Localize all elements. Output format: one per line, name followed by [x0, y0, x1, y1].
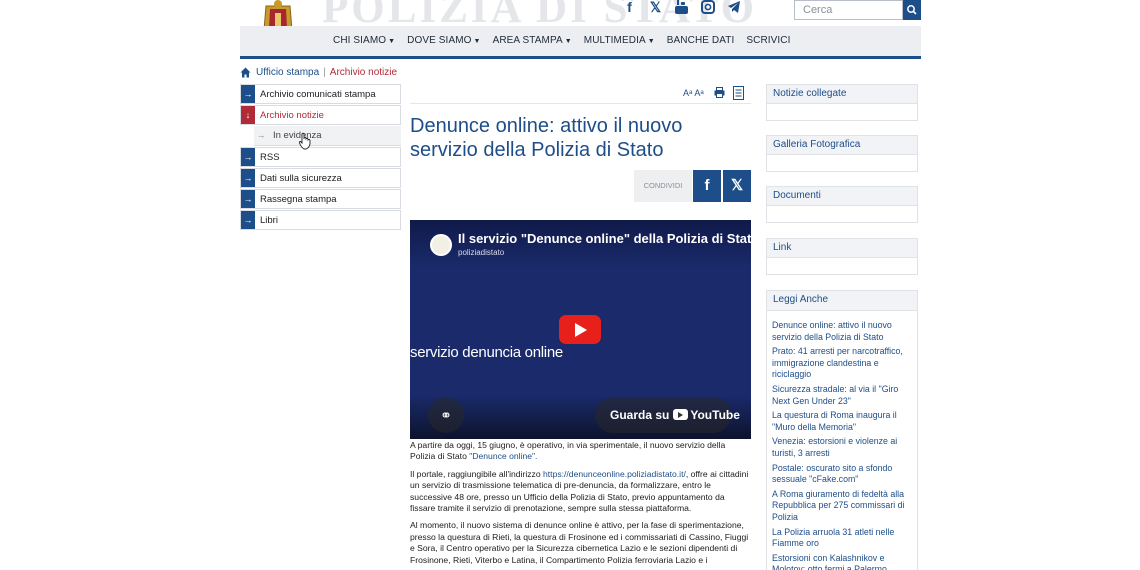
nav-banche-dati[interactable]: BANCHE DATI: [667, 35, 735, 46]
watch-on-youtube-button[interactable]: Guarda su YouTube: [595, 397, 740, 433]
share-bar: CONDIVIDI f 𝕏: [634, 170, 751, 202]
youtube-logo-icon: [673, 409, 689, 420]
article-body: A partire da oggi, 15 giugno, è operativ…: [410, 440, 752, 570]
box-title: Leggi Anche: [767, 291, 917, 311]
document-icon[interactable]: [733, 86, 744, 102]
x-icon[interactable]: 𝕏: [648, 0, 663, 14]
main-navbar: CHI SIAMO ▼ DOVE SIAMO ▼ AREA STAMPA ▼ MULT…: [240, 26, 921, 59]
sidebar-item-label: RSS: [260, 152, 280, 163]
related-news-link[interactable]: Venezia: estorsioni e violenze ai turist…: [772, 436, 912, 459]
channel-avatar[interactable]: [430, 234, 452, 256]
sidebar-item-dati-sicurezza[interactable]: → Dati sulla sicurezza: [240, 168, 401, 188]
breadcrumb: Ufficio stampa | Archivio notizie: [240, 67, 397, 78]
search-icon: [907, 5, 917, 15]
sidebar-item-rassegna-stampa[interactable]: → Rassegna stampa: [240, 189, 401, 209]
arrow-down-icon: ↓: [241, 106, 255, 124]
home-icon[interactable]: [240, 67, 251, 78]
search-input[interactable]: [794, 0, 903, 20]
related-news-list: Denunce online: attivo il nuovo servizio…: [767, 311, 917, 570]
related-news-link[interactable]: Postale: oscurato sito a sfondo sessuale…: [772, 463, 912, 486]
related-news-link[interactable]: A Roma giuramento di fedeltà alla Repubb…: [772, 489, 912, 524]
leggi-anche-box: Leggi Anche Denunce online: attivo il nu…: [766, 290, 918, 570]
sidebar-menu: → Archivio comunicati stampa ↓ Archivio …: [240, 84, 401, 231]
article-tools: Aᵃ Aᵃ: [410, 84, 751, 104]
sidebar-item-rss[interactable]: → RSS: [240, 147, 401, 167]
arrow-right-icon: →: [241, 148, 255, 166]
paragraph: A partire da oggi, 15 giugno, è operativ…: [410, 440, 752, 463]
notizie-collegate-box: Notizie collegate: [766, 84, 918, 121]
sidebar-item-label: Dati sulla sicurezza: [260, 173, 342, 184]
x-icon: 𝕏: [730, 177, 744, 194]
sidebar-item-label: Rassegna stampa: [260, 194, 337, 205]
sidebar-item-archivio-comunicati[interactable]: → Archivio comunicati stampa: [240, 84, 401, 104]
paragraph: Il portale, raggiungibile all'indirizzo …: [410, 469, 752, 515]
arrow-right-icon: →: [241, 169, 255, 187]
related-news-link[interactable]: La questura di Roma inaugura il "Muro de…: [772, 410, 912, 433]
sidebar-item-archivio-notizie[interactable]: ↓ Archivio notizie: [240, 105, 401, 125]
share-x-button[interactable]: 𝕏: [723, 170, 751, 202]
related-news-link[interactable]: Estorsioni con Kalashnikov e Molotov: ot…: [772, 553, 912, 570]
telegram-icon[interactable]: [726, 0, 741, 14]
social-links: f 𝕏: [622, 0, 741, 14]
related-news-link[interactable]: La Polizia arruola 31 atleti nelle Fiamm…: [772, 527, 912, 550]
hand-cursor-icon: [298, 132, 311, 150]
youtube-icon[interactable]: [674, 0, 689, 14]
portal-url-link[interactable]: https://denunceonline.poliziadistato.it/: [543, 469, 686, 479]
search-button[interactable]: [903, 0, 921, 20]
nav-area-stampa[interactable]: AREA STAMPA ▼: [493, 35, 572, 46]
sidebar-item-label: Archivio comunicati stampa: [260, 89, 376, 100]
font-size-toggle[interactable]: Aᵃ Aᵃ: [683, 88, 704, 98]
sidebar-item-libri[interactable]: → Libri: [240, 210, 401, 230]
arrow-right-icon: →: [241, 85, 255, 103]
arrow-right-icon: →: [256, 130, 266, 140]
video-title[interactable]: Il servizio "Denunce online" della Poliz…: [458, 231, 751, 246]
nav-chi-siamo[interactable]: CHI SIAMO ▼: [333, 35, 395, 46]
paragraph-text: A partire da oggi, 15 giugno, è operativ…: [410, 440, 726, 462]
youtube-video-embed[interactable]: Il servizio "Denunce online" della Poliz…: [410, 220, 751, 439]
nav-dove-siamo[interactable]: DOVE SIAMO ▼: [407, 35, 480, 46]
watch-label: Guarda su: [610, 408, 670, 422]
nav-multimedia[interactable]: MULTIMEDIA ▼: [584, 35, 655, 46]
related-news-link[interactable]: Sicurezza stradale: al via il "Giro Next…: [772, 384, 912, 407]
box-title[interactable]: Notizie collegate: [767, 85, 917, 104]
paragraph-text: Il portale, raggiungibile all'indirizzo: [410, 468, 544, 479]
sidebar-item-label: Archivio notizie: [260, 110, 324, 121]
box-title[interactable]: Link: [767, 239, 917, 258]
arrow-right-icon: →: [241, 211, 255, 229]
video-overlay-text: servizio denuncia online: [410, 344, 563, 361]
print-icon[interactable]: [714, 87, 725, 100]
breadcrumb-archivio-notizie: Archivio notizie: [329, 67, 398, 78]
box-title[interactable]: Documenti: [767, 187, 917, 206]
arrow-right-icon: →: [241, 190, 255, 208]
link-box: Link: [766, 238, 918, 275]
chevron-down-icon: ▼: [564, 38, 572, 45]
documenti-box: Documenti: [766, 186, 918, 223]
chevron-down-icon: ▼: [473, 38, 481, 45]
share-facebook-button[interactable]: f: [693, 170, 721, 202]
galleria-fotografica-box: Galleria Fotografica: [766, 135, 918, 172]
denunce-online-link[interactable]: "Denunce online".: [469, 451, 537, 461]
copy-link-icon[interactable]: ⚭: [428, 397, 464, 433]
related-news-link[interactable]: Prato: 41 arresti per narcotraffico, imm…: [772, 346, 912, 381]
paragraph: Al momento, il nuovo sistema di denunce …: [410, 520, 749, 565]
youtube-brand: YouTube: [690, 408, 740, 422]
sidebar-subitem-in-evidenza[interactable]: → In evidenza: [254, 126, 401, 146]
sidebar-item-label: Libri: [260, 215, 278, 226]
nav-scrivici[interactable]: SCRIVICI: [746, 35, 790, 46]
facebook-icon[interactable]: f: [622, 0, 637, 14]
article-title: Denunce online: attivo il nuovo servizio…: [410, 115, 683, 161]
chevron-down-icon: ▼: [647, 38, 655, 45]
share-label: CONDIVIDI: [634, 170, 692, 202]
box-title[interactable]: Galleria Fotografica: [767, 136, 917, 155]
breadcrumb-separator: |: [323, 67, 326, 78]
video-channel[interactable]: poliziadistato: [458, 248, 504, 257]
play-button-icon[interactable]: [559, 315, 601, 344]
breadcrumb-ufficio-stampa[interactable]: Ufficio stampa: [256, 67, 319, 78]
chevron-down-icon: ▼: [388, 38, 396, 45]
instagram-icon[interactable]: [700, 0, 715, 14]
related-news-link[interactable]: Denunce online: attivo il nuovo servizio…: [772, 320, 912, 343]
facebook-icon: f: [704, 177, 710, 194]
